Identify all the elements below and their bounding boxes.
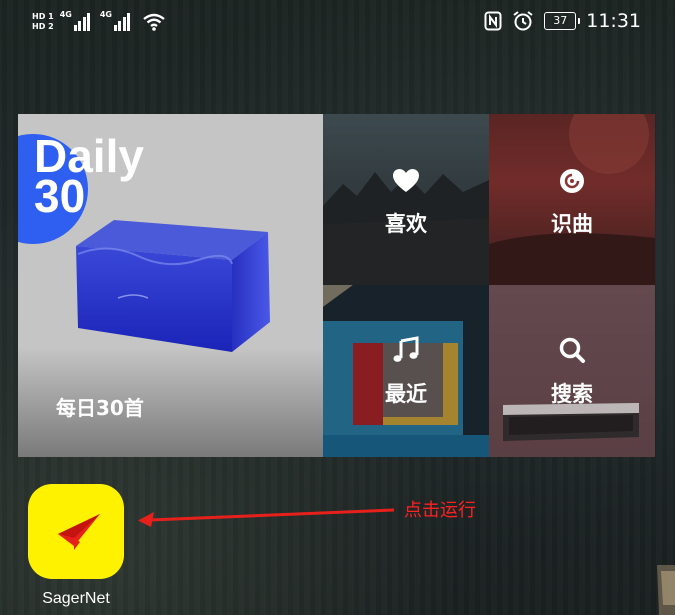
- music-recognition-icon: [560, 169, 584, 193]
- sim1-label: HD 1: [32, 12, 54, 21]
- network-type-1: 4G: [59, 10, 72, 19]
- sim-indicators: HD 1 HD 2: [32, 12, 54, 32]
- search-icon: [559, 337, 585, 363]
- tile-dim: [323, 285, 489, 457]
- tile-dim: [489, 114, 655, 285]
- tile-label-search: 搜索: [551, 382, 593, 406]
- status-right: 37 11:31: [484, 7, 641, 35]
- tile-dim: [489, 285, 655, 457]
- nfc-icon: [484, 11, 502, 31]
- sagernet-app-label[interactable]: SagerNet: [22, 590, 130, 608]
- annotation-text: 点击运行: [404, 500, 476, 521]
- tile-recent[interactable]: 最近: [323, 285, 489, 457]
- tile-dim: [323, 114, 489, 285]
- music-widget: Daily 30 每日30首 喜欢 识曲 最近 搜索: [18, 114, 655, 457]
- tile-favorites[interactable]: 喜欢: [323, 114, 489, 285]
- status-left: HD 1 HD 2 4G 4G: [32, 8, 166, 36]
- daily-30-tile[interactable]: Daily 30 每日30首: [18, 114, 323, 457]
- tile-recognize[interactable]: 识曲: [489, 114, 655, 285]
- music-note-icon: [393, 336, 419, 362]
- heart-icon: [393, 169, 419, 192]
- tile-label-recent: 最近: [385, 382, 427, 406]
- wifi-icon: [143, 13, 165, 31]
- battery-level: 37: [553, 14, 568, 27]
- tile-label-favorites: 喜欢: [385, 212, 427, 236]
- sim2-label: HD 2: [32, 22, 54, 31]
- annotation-arrow: [138, 508, 395, 527]
- wallpaper-lamp: [657, 565, 675, 615]
- tile-label-recognize: 识曲: [551, 212, 593, 236]
- signal-icon: [73, 13, 92, 31]
- network-type-2: 4G: [99, 10, 112, 19]
- battery-icon: 37: [544, 12, 581, 30]
- alarm-icon: [513, 11, 533, 31]
- paper-plane-icon: [58, 514, 100, 550]
- clock: 11:31: [586, 10, 641, 32]
- signal-icon: [113, 13, 132, 31]
- status-bar: HD 1 HD 2 4G 4G 37 11:31: [0, 0, 675, 42]
- sagernet-app-icon[interactable]: [28, 484, 124, 579]
- tile-search[interactable]: 搜索: [489, 285, 655, 457]
- daily-label: 每日30首: [56, 396, 144, 420]
